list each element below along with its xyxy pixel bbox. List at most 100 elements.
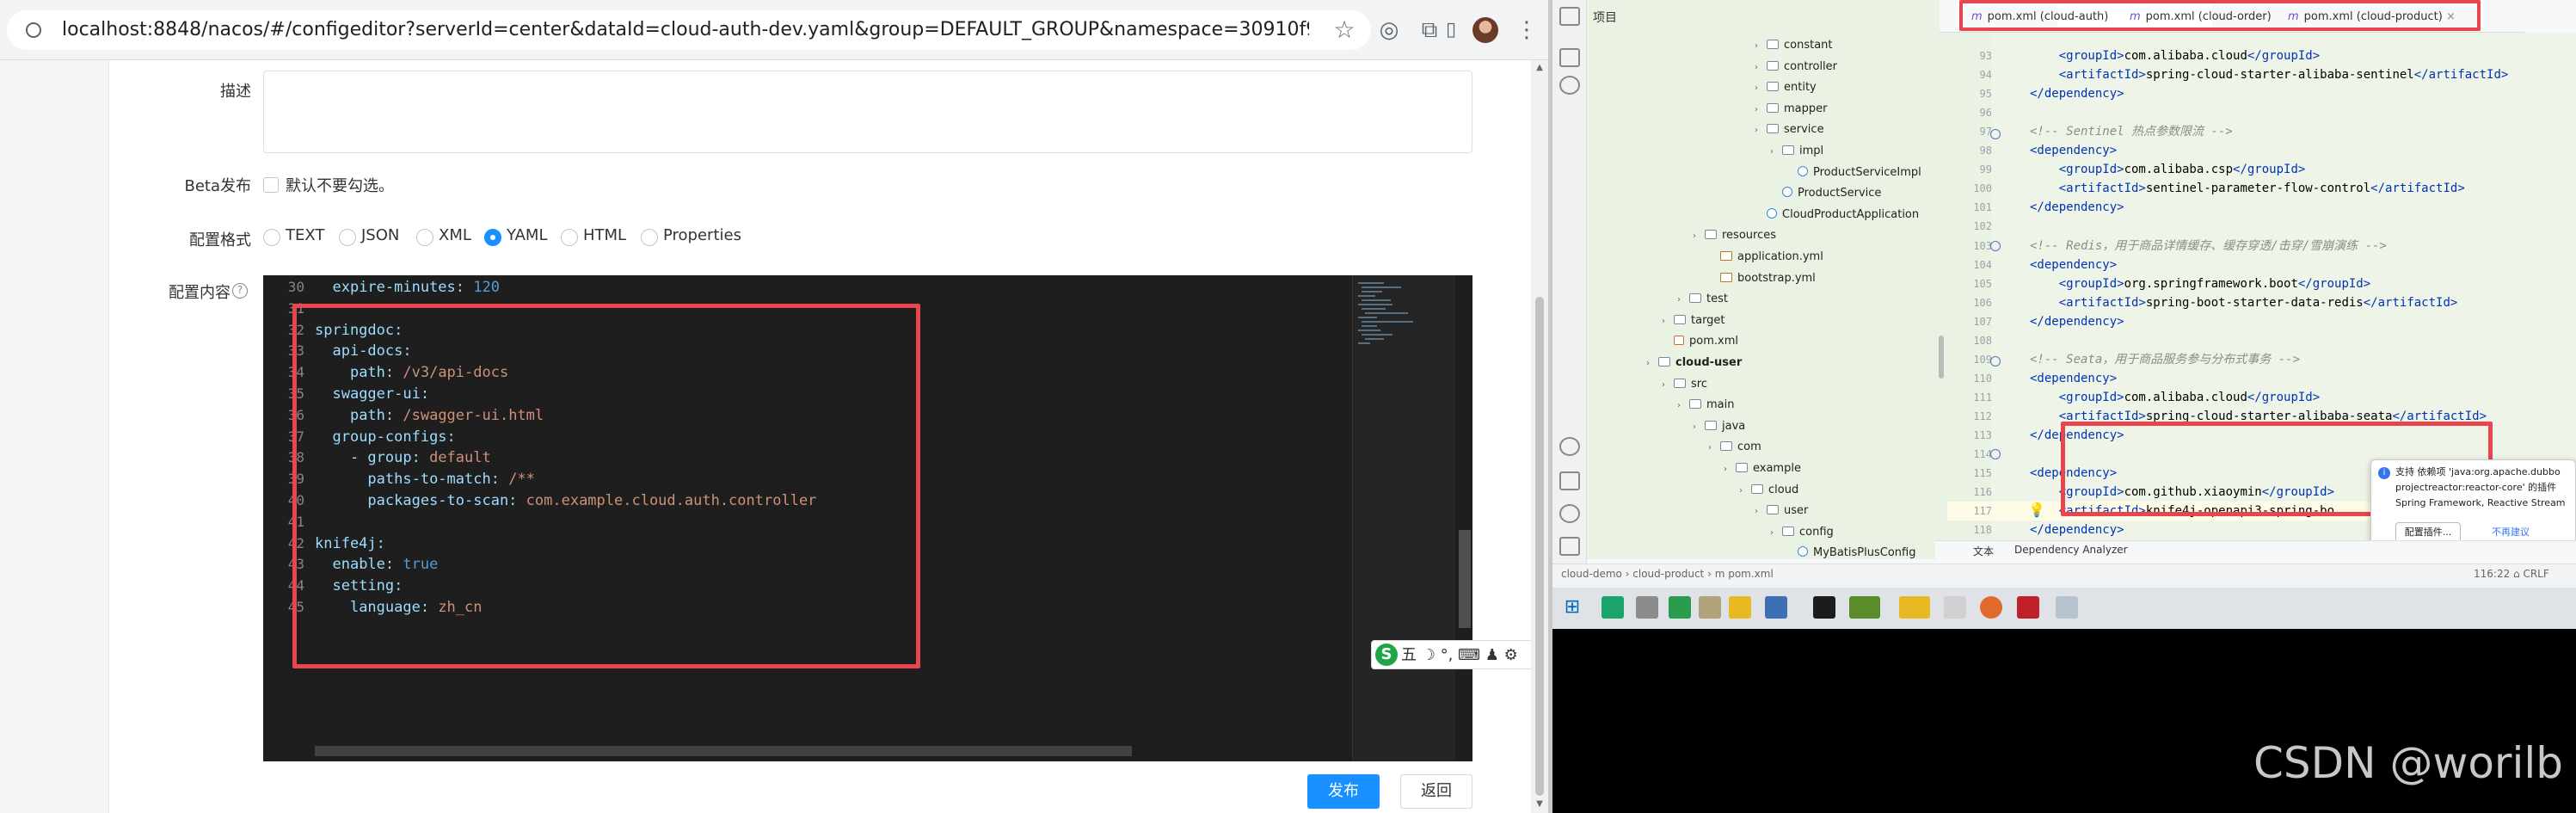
taskbar-terminal-icon[interactable] (1813, 596, 1835, 619)
xml-code-line[interactable]: <groupId>com.alibaba.cloud</groupId> (2030, 46, 2320, 65)
chevron-icon[interactable]: › (1677, 290, 1689, 311)
tree-node[interactable]: ProductServiceImpl (1786, 163, 1921, 183)
tree-node[interactable]: › example (1724, 459, 1801, 479)
tree-node[interactable]: › test (1677, 289, 1728, 310)
ime-options[interactable]: 五 ☽ °, ⌨ ♟ ⚙ (1401, 644, 1518, 667)
tree-node[interactable]: › mapper (1755, 99, 1827, 120)
tree-node[interactable]: › com (1708, 437, 1761, 458)
xml-code-line[interactable]: <artifactId>spring-cloud-starter-alibaba… (2030, 65, 2509, 84)
format-radio-xml[interactable] (416, 229, 433, 246)
format-radio-html[interactable] (561, 229, 578, 246)
tab-text[interactable]: 文本 (1973, 544, 1994, 558)
xml-code-line[interactable]: <groupId>com.alibaba.csp</groupId> (2030, 160, 2306, 179)
format-radio-properties[interactable] (641, 229, 658, 246)
xml-code-line[interactable]: <dependency> (2030, 256, 2117, 274)
xml-code-line[interactable]: <artifactId>spring-boot-starter-data-red… (2030, 293, 2458, 312)
tree-node[interactable]: › entity (1755, 77, 1817, 98)
format-text-label[interactable]: TEXT (286, 226, 324, 244)
format-properties-label[interactable]: Properties (663, 226, 741, 244)
chevron-icon[interactable]: › (1646, 354, 1658, 374)
taskbar-folder-icon[interactable] (1729, 596, 1751, 619)
chevron-icon[interactable]: › (1724, 459, 1736, 480)
tree-node[interactable]: ProductService (1770, 183, 1881, 204)
project-folder-icon[interactable] (1559, 7, 1580, 26)
gutter-dependency-icon[interactable] (1990, 129, 2001, 139)
start-menu-icon[interactable]: ⊞ (1561, 596, 1583, 619)
scroll-down-arrow-icon[interactable]: ▼ (1531, 797, 1548, 812)
xml-code-line[interactable]: <groupId>com.alibaba.cloud</groupId> (2030, 388, 2320, 407)
chevron-icon[interactable]: › (1755, 502, 1767, 522)
address-bar[interactable]: localhost:8848/nacos/#/configeditor?serv… (7, 10, 1371, 50)
tree-node[interactable]: › controller (1755, 57, 1837, 77)
tree-node[interactable]: › resources (1693, 225, 1776, 246)
problems-icon[interactable] (1559, 504, 1580, 523)
xml-code-line[interactable]: <!-- Redis，用于商品详情缓存、缓存穿透/击穿/雪崩演练 --> (2030, 237, 2387, 256)
bookmark-star-icon[interactable]: ☆ (1330, 15, 1359, 45)
chevron-icon[interactable]: › (1693, 417, 1705, 438)
format-html-label[interactable]: HTML (583, 226, 626, 244)
tab-dependency-analyzer[interactable]: Dependency Analyzer (2014, 544, 2128, 556)
format-radio-json[interactable] (339, 229, 356, 246)
tree-node[interactable]: › target (1662, 311, 1725, 331)
format-radio-text[interactable] (263, 229, 280, 246)
chevron-icon[interactable]: › (1662, 375, 1674, 396)
chevron-icon[interactable]: › (1755, 58, 1767, 78)
taskbar-app-icon[interactable] (1602, 596, 1624, 619)
tree-node[interactable]: › user (1755, 501, 1808, 521)
sidebar-icon[interactable]: ▯ (1436, 15, 1466, 45)
chevron-icon[interactable]: › (1662, 311, 1674, 332)
xml-code-line[interactable]: <!-- Seata，用于商品服务参与分布式事务 --> (2030, 350, 2300, 369)
taskbar-app-icon[interactable] (2056, 596, 2078, 619)
tree-node[interactable]: › java (1693, 416, 1745, 437)
format-yaml-label[interactable]: YAML (507, 226, 547, 244)
tree-node[interactable]: MyBatisPlusConfig (1786, 543, 1915, 564)
extension-icon[interactable]: ◎ (1374, 15, 1404, 45)
gutter-dependency-icon[interactable] (1990, 356, 2001, 366)
xml-code-line[interactable]: </dependency> (2030, 312, 2124, 331)
xml-code-line[interactable]: </dependency> (2030, 520, 2124, 539)
taskbar-app-icon[interactable] (1944, 596, 1966, 619)
taskbar-app-icon[interactable] (1980, 596, 2002, 619)
editor-scrollbar-track[interactable] (1455, 275, 1472, 761)
taskbar-app-icon[interactable] (1765, 596, 1787, 619)
services-icon[interactable] (1559, 437, 1580, 456)
xml-code-line[interactable]: <groupId>org.springframework.boot</group… (2030, 274, 2370, 293)
status-breadcrumbs[interactable]: cloud-demo › cloud-product › m pom.xml (1561, 568, 1774, 580)
chevron-icon[interactable]: › (1693, 226, 1705, 247)
format-json-label[interactable]: JSON (361, 226, 399, 244)
chevron-icon[interactable]: › (1755, 36, 1767, 57)
taskbar-app-icon[interactable] (1636, 596, 1658, 619)
terminal-icon[interactable] (1559, 471, 1580, 490)
description-textarea[interactable] (263, 71, 1472, 153)
chevron-icon[interactable]: › (1677, 396, 1689, 416)
taskbar-app-icon[interactable] (1899, 596, 1930, 619)
chevron-icon[interactable]: › (1708, 438, 1720, 459)
xml-code-line[interactable]: </dependency> (2030, 198, 2124, 217)
taskbar-app-icon[interactable] (1669, 596, 1691, 619)
xml-code-line[interactable]: <dependency> (2030, 141, 2117, 160)
tree-node[interactable]: › src (1662, 374, 1707, 395)
tree-node[interactable]: application.yml (1708, 247, 1823, 268)
tree-node[interactable]: › constant (1755, 35, 1833, 56)
url-text[interactable]: localhost:8848/nacos/#/configeditor?serv… (62, 18, 1309, 42)
cursor-position[interactable]: 116:22 ⌂ CRLF (2474, 568, 2549, 580)
taskbar-app-icon[interactable] (1699, 596, 1721, 619)
editor-scrollbar-thumb[interactable] (1459, 530, 1471, 628)
site-info-icon[interactable] (26, 22, 41, 38)
xml-code-line[interactable]: </dependency> (2030, 84, 2124, 103)
tree-node[interactable]: › cloud (1739, 480, 1798, 501)
browser-menu-icon[interactable]: ⋮ (1512, 15, 1541, 45)
tree-node[interactable]: pom.xml (1662, 331, 1738, 352)
format-xml-label[interactable]: XML (439, 226, 471, 244)
tree-node[interactable]: CloudProductApplication (1755, 205, 1919, 225)
beta-checkbox[interactable] (263, 177, 279, 193)
chevron-icon[interactable]: › (1739, 481, 1751, 502)
page-scrollbar-thumb[interactable] (1535, 297, 1544, 796)
xml-code-line[interactable]: <artifactId>sentinel-parameter-flow-cont… (2030, 179, 2465, 198)
gutter-dependency-icon[interactable] (1990, 241, 2001, 251)
structure-icon[interactable] (1559, 48, 1580, 67)
editor-minimap[interactable] (1352, 275, 1455, 761)
chevron-icon[interactable]: › (1755, 78, 1767, 99)
commit-icon[interactable] (1559, 76, 1580, 95)
tree-node[interactable]: › main (1677, 395, 1734, 416)
